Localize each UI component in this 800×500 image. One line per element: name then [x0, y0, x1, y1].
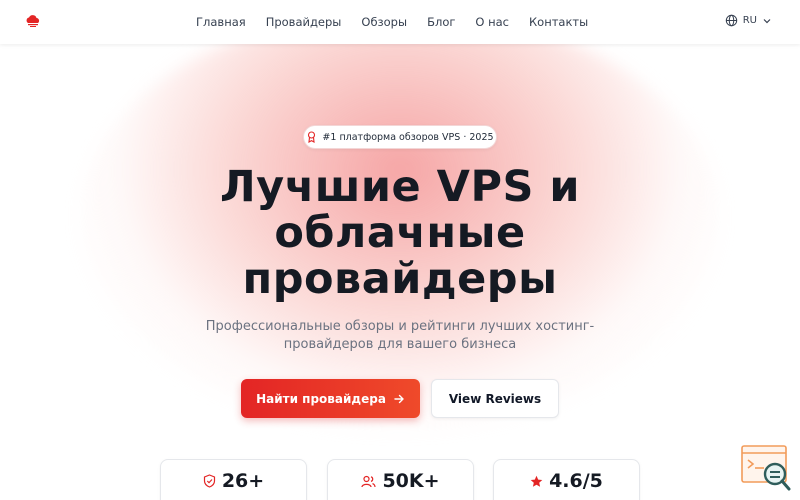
- hero-title-line: Лучшие VPS и: [219, 162, 581, 212]
- code-search-icon[interactable]: [740, 444, 792, 492]
- hero-title-line: провайдеры: [242, 254, 558, 304]
- stat-value: 26+: [221, 470, 265, 492]
- nav-link-providers[interactable]: Провайдеры: [266, 15, 342, 29]
- find-provider-label: Найти провайдера: [256, 391, 386, 406]
- stat-card-providers: 26+: [160, 459, 307, 500]
- nav-link-about[interactable]: О нас: [475, 15, 509, 29]
- hero-subtitle-line: Профессиональные обзоры и рейтинги лучши…: [205, 319, 595, 334]
- badge-text: #1 платформа обзоров VPS · 2025: [322, 131, 494, 143]
- view-reviews-button[interactable]: View Reviews: [431, 379, 559, 418]
- language-label: RU: [742, 15, 757, 26]
- globe-icon: [725, 14, 737, 27]
- main-nav: Главная Провайдеры Обзоры Блог О нас Кон…: [196, 0, 608, 44]
- chevron-down-icon: [763, 18, 771, 23]
- stat-value: 50K+: [382, 470, 440, 492]
- nav-link-reviews[interactable]: Обзоры: [361, 15, 407, 29]
- page: Главная Провайдеры Обзоры Блог О нас Кон…: [0, 0, 800, 500]
- hero-badge: #1 платформа обзоров VPS · 2025: [303, 125, 497, 149]
- nav-link-contacts[interactable]: Контакты: [529, 15, 588, 29]
- find-provider-button[interactable]: Найти провайдера: [241, 379, 420, 418]
- hero-subtitle-line: провайдеров для вашего бизнеса: [283, 337, 517, 352]
- stat-card-users: 50K+: [327, 459, 474, 500]
- cloud-logo-icon[interactable]: [25, 14, 41, 28]
- nav-link-home[interactable]: Главная: [196, 15, 246, 29]
- star-icon: [530, 475, 543, 487]
- nav-link-blog[interactable]: Блог: [427, 15, 455, 29]
- stat-value: 4.6/5: [549, 470, 603, 492]
- shield-check-icon: [203, 474, 215, 488]
- arrow-right-icon: [394, 394, 404, 403]
- users-icon: [361, 475, 377, 487]
- hero-title: Лучшие VPS и облачные провайдеры: [150, 164, 650, 302]
- view-reviews-label: View Reviews: [448, 391, 542, 406]
- hero-title-line: облачные: [274, 208, 526, 258]
- stat-card-rating: 4.6/5: [493, 459, 640, 500]
- hero-subtitle: Профессиональные обзоры и рейтинги лучши…: [170, 318, 630, 354]
- site-header: Главная Провайдеры Обзоры Блог О нас Кон…: [0, 0, 800, 44]
- award-icon: [308, 131, 316, 143]
- language-switcher[interactable]: RU: [725, 14, 772, 27]
